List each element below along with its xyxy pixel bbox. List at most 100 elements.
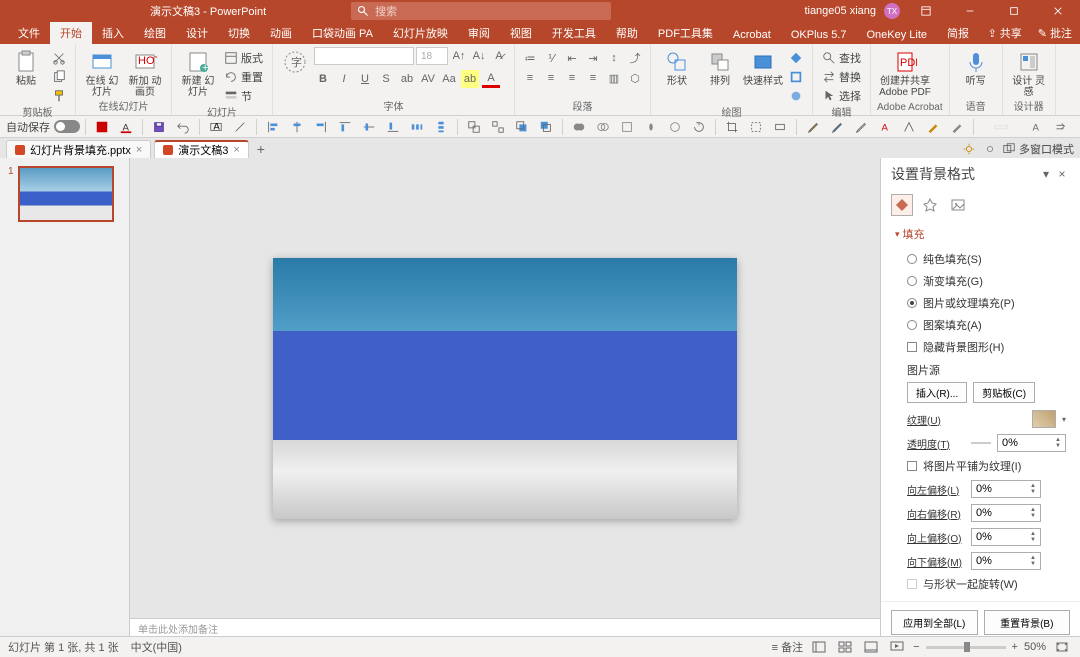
- insert-picture-button[interactable]: 插入(R)...: [907, 382, 967, 403]
- qat-merge-union-button[interactable]: [568, 117, 590, 137]
- reading-view-button[interactable]: [861, 639, 881, 655]
- text-direction-button[interactable]: ⤴: [626, 49, 644, 67]
- indent-decrease-button[interactable]: ⇤: [563, 49, 581, 67]
- shape-effects-button[interactable]: [786, 87, 806, 104]
- underline-button[interactable]: U: [356, 70, 374, 88]
- select-button[interactable]: 选择: [819, 87, 864, 104]
- align-center-button[interactable]: ≡: [542, 69, 560, 87]
- slideshow-view-button[interactable]: [887, 639, 907, 655]
- share-button[interactable]: ⇪共享: [980, 22, 1030, 44]
- qat-text-style-button[interactable]: A: [1025, 117, 1047, 137]
- picture-tab-icon[interactable]: [947, 194, 969, 216]
- comments-button[interactable]: ✎批注: [1030, 22, 1080, 44]
- picture-fill-radio[interactable]: 图片或纹理填充(P): [895, 292, 1066, 314]
- font-color-button[interactable]: A: [482, 70, 500, 88]
- qat-more-button[interactable]: [1049, 117, 1071, 137]
- tab-insert[interactable]: 插入: [92, 22, 134, 44]
- qat-crop-button[interactable]: [721, 117, 743, 137]
- decrease-font-button[interactable]: A↓: [470, 47, 488, 65]
- ribbon-options-button[interactable]: [908, 0, 944, 22]
- tool-gear-icon[interactable]: [960, 140, 978, 158]
- sorter-view-button[interactable]: [835, 639, 855, 655]
- add-tab-button[interactable]: +: [252, 140, 270, 158]
- new-slide-button[interactable]: +新建 幻灯片: [178, 46, 218, 98]
- numbering-button[interactable]: ⅟: [542, 49, 560, 67]
- italic-button[interactable]: I: [335, 70, 353, 88]
- bullets-button[interactable]: ≔: [521, 49, 539, 67]
- zoom-level[interactable]: 50%: [1024, 641, 1046, 653]
- tab-onekey[interactable]: OneKey Lite: [856, 26, 937, 44]
- tile-checkbox[interactable]: 将图片平铺为纹理(I): [895, 455, 1066, 477]
- qat-align5-button[interactable]: [358, 117, 380, 137]
- offset-bottom-spinner[interactable]: 0%▲▼: [971, 552, 1041, 570]
- user-name[interactable]: tiange05 xiang: [804, 5, 876, 17]
- minimize-button[interactable]: [952, 0, 988, 22]
- clipboard-picture-button[interactable]: 剪贴板(C): [973, 382, 1035, 403]
- font-vertical-button[interactable]: 字: [279, 46, 311, 74]
- pane-close-button[interactable]: ×: [1054, 166, 1070, 182]
- fill-section-title[interactable]: 填充: [895, 226, 1066, 242]
- tab-okplus[interactable]: OKPlus 5.7: [781, 26, 857, 44]
- qat-merge-combine-button[interactable]: [592, 117, 614, 137]
- effects-tab-icon[interactable]: [919, 194, 941, 216]
- replace-button[interactable]: 替换: [819, 68, 864, 85]
- change-case-button[interactable]: Aa: [440, 70, 458, 88]
- online-slides-button[interactable]: 在线 幻灯片: [82, 46, 122, 98]
- offset-right-spinner[interactable]: 0%▲▼: [971, 504, 1041, 522]
- dictate-button[interactable]: 听写: [956, 46, 996, 87]
- qat-eyedropper2-button[interactable]: [826, 117, 848, 137]
- qat-align3-button[interactable]: [310, 117, 332, 137]
- qat-line-button[interactable]: [229, 117, 251, 137]
- tab-view[interactable]: 视图: [500, 22, 542, 44]
- qat-rotate-button[interactable]: [688, 117, 710, 137]
- qat-send-backward-button[interactable]: [535, 117, 557, 137]
- qat-align2-button[interactable]: [286, 117, 308, 137]
- shape-fill-button[interactable]: [786, 49, 806, 66]
- zoom-in-button[interactable]: +: [1012, 641, 1018, 653]
- shape-mountain[interactable]: [273, 331, 737, 456]
- tab-developer[interactable]: 开发工具: [542, 22, 606, 44]
- align-left-button[interactable]: ≡: [521, 69, 539, 87]
- qat-merge-subtract-button[interactable]: [664, 117, 686, 137]
- zoom-slider[interactable]: [926, 646, 1006, 649]
- offset-left-spinner[interactable]: 0%▲▼: [971, 480, 1041, 498]
- texture-picker-button[interactable]: [1032, 410, 1056, 428]
- slide-canvas[interactable]: [273, 258, 737, 519]
- tab-slideshow[interactable]: 幻灯片放映: [383, 22, 458, 44]
- slide-counter[interactable]: 幻灯片 第 1 张, 共 1 张: [8, 639, 119, 655]
- qat-save-button[interactable]: [148, 117, 170, 137]
- cut-button[interactable]: [49, 49, 69, 66]
- tab-acrobat[interactable]: Acrobat: [723, 26, 781, 44]
- tab-help[interactable]: 帮助: [606, 22, 648, 44]
- arrange-button[interactable]: 排列: [700, 46, 740, 87]
- tab-report[interactable]: 简报: [937, 22, 979, 44]
- find-button[interactable]: 查找: [819, 49, 864, 66]
- strikethrough-button[interactable]: S: [377, 70, 395, 88]
- align-right-button[interactable]: ≡: [563, 69, 581, 87]
- clear-format-button[interactable]: A̷: [490, 47, 508, 65]
- tab-transitions[interactable]: 切换: [218, 22, 260, 44]
- fit-to-window-button[interactable]: [1052, 639, 1072, 655]
- tab-design[interactable]: 设计: [176, 22, 218, 44]
- smartart-button[interactable]: ⬡: [626, 69, 644, 87]
- qat-crop2-button[interactable]: [745, 117, 767, 137]
- offset-top-spinner[interactable]: 0%▲▼: [971, 528, 1041, 546]
- user-avatar[interactable]: TX: [884, 3, 900, 19]
- apply-to-all-button[interactable]: 应用到全部(L): [891, 610, 978, 635]
- font-size-combo[interactable]: 18: [416, 47, 448, 65]
- qat-eyedropper-button[interactable]: [802, 117, 824, 137]
- font-name-combo[interactable]: [314, 47, 414, 65]
- create-pdf-button[interactable]: PDF创建并共享 Adobe PDF: [877, 46, 933, 98]
- layout-button[interactable]: 版式: [221, 49, 266, 66]
- gradient-fill-radio[interactable]: 渐变填充(G): [895, 270, 1066, 292]
- qat-pen-button[interactable]: [922, 117, 944, 137]
- qat-bring-forward-button[interactable]: [511, 117, 533, 137]
- qat-pen2-button[interactable]: [946, 117, 968, 137]
- maximize-button[interactable]: [996, 0, 1032, 22]
- transparency-spinner[interactable]: 0%▲▼: [997, 434, 1066, 452]
- increase-font-button[interactable]: A↑: [450, 47, 468, 65]
- qat-align6-button[interactable]: [382, 117, 404, 137]
- new-animation-button[interactable]: HOT新加 动画页: [125, 46, 165, 98]
- solid-fill-radio[interactable]: 纯色填充(S): [895, 248, 1066, 270]
- qat-ungroup-button[interactable]: [487, 117, 509, 137]
